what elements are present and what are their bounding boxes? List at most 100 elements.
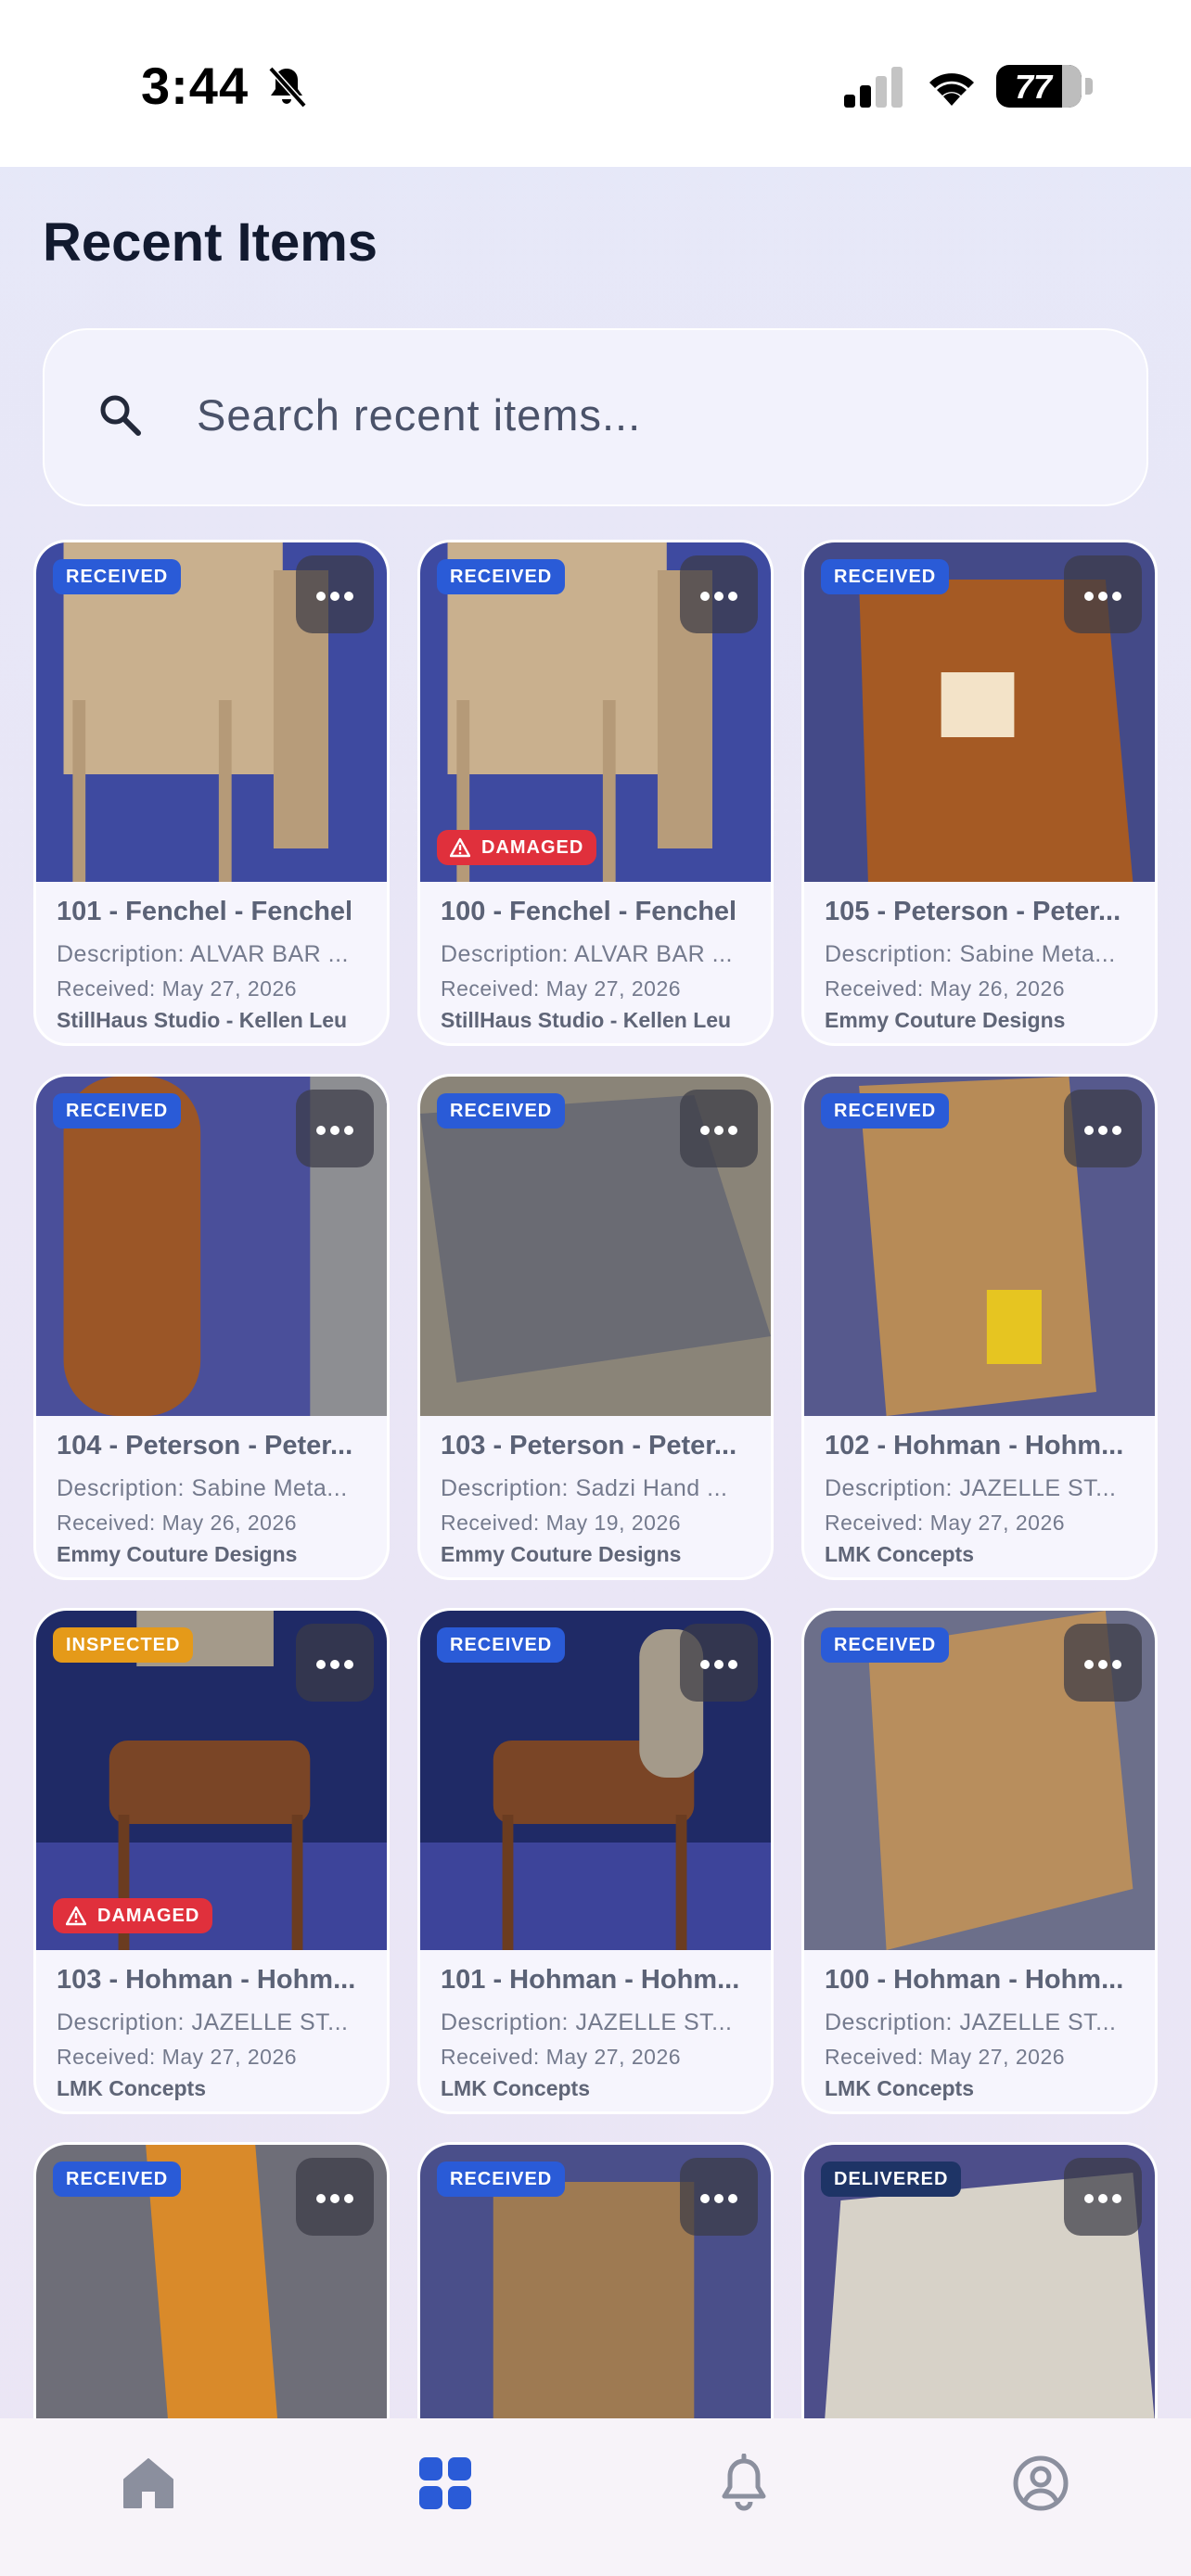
- bell-off-icon: [268, 66, 307, 108]
- ellipsis-dot-icon: [714, 1660, 724, 1669]
- ellipsis-dot-icon: [316, 1660, 326, 1669]
- item-card[interactable]: RECEIVED 101 - Fenchel - Fenchel Descripti…: [33, 540, 390, 1046]
- item-card[interactable]: RECEIVED 100 - Hohman - Hohm... Descriptio…: [801, 1608, 1158, 2114]
- item-received-date: Received: May 19, 2026: [441, 1511, 682, 1535]
- ellipsis-dot-icon: [728, 1660, 737, 1669]
- item-card[interactable]: RECEIVED 103 - Peterson - Peter... Descrip…: [417, 1074, 774, 1580]
- damaged-label: DAMAGED: [481, 837, 584, 858]
- item-vendor: StillHaus Studio - Kellen Leu: [441, 1008, 732, 1032]
- ellipsis-dot-icon: [316, 592, 326, 601]
- item-card[interactable]: RECEIVED 102 - Hohman - Hohm... Descriptio…: [801, 1074, 1158, 1580]
- ellipsis-dot-icon: [1112, 1126, 1121, 1135]
- item-card[interactable]: RECEIVED DAMAGED 100 - Fenchel - Fenchel De…: [417, 540, 774, 1046]
- item-description: Description: JAZELLE ST...: [825, 1475, 1117, 1501]
- ellipsis-dot-icon: [1112, 1660, 1121, 1669]
- item-title: 101 - Fenchel - Fenchel: [57, 897, 353, 926]
- grid-icon[interactable]: [416, 2454, 475, 2513]
- ellipsis-dot-icon: [316, 1126, 326, 1135]
- wifi-icon: [929, 73, 974, 106]
- item-received-date: Received: May 27, 2026: [441, 976, 682, 1001]
- status-badge: RECEIVED: [821, 1627, 950, 1663]
- profile-icon[interactable]: [1011, 2454, 1070, 2513]
- ellipsis-dot-icon: [714, 2194, 724, 2203]
- more-options-button[interactable]: [1064, 2158, 1142, 2236]
- item-title: 103 - Hohman - Hohm...: [57, 1965, 356, 1995]
- item-description: Description: Sabine Meta...: [825, 941, 1116, 967]
- item-description: Description: JAZELLE ST...: [57, 2009, 349, 2035]
- damaged-badge: DAMAGED: [437, 830, 597, 865]
- more-options-button[interactable]: [680, 1090, 758, 1167]
- ellipsis-dot-icon: [714, 1126, 724, 1135]
- item-card[interactable]: RECEIVED 104 - Peterson - Peter... Descrip…: [33, 1074, 390, 1580]
- item-title: 100 - Hohman - Hohm...: [825, 1965, 1124, 1995]
- item-received-date: Received: May 27, 2026: [441, 2045, 682, 2069]
- ellipsis-dot-icon: [728, 2194, 737, 2203]
- home-icon[interactable]: [119, 2454, 178, 2513]
- item-vendor: LMK Concepts: [825, 1542, 974, 1566]
- more-options-button[interactable]: [1064, 555, 1142, 633]
- status-badge: RECEIVED: [437, 2162, 566, 2197]
- item-card[interactable]: RECEIVED 101 - Hohman - Hohm... Descriptio…: [417, 1608, 774, 2114]
- more-options-button[interactable]: [296, 1624, 374, 1702]
- damaged-badge: DAMAGED: [53, 1898, 213, 1933]
- item-received-date: Received: May 27, 2026: [57, 2045, 298, 2069]
- search-input[interactable]: [197, 380, 1031, 449]
- status-badge: RECEIVED: [437, 1093, 566, 1129]
- more-options-button[interactable]: [680, 1624, 758, 1702]
- ellipsis-dot-icon: [1112, 2194, 1121, 2203]
- status-badge: RECEIVED: [53, 559, 182, 594]
- ellipsis-dot-icon: [700, 2194, 710, 2203]
- item-vendor: Emmy Couture Designs: [825, 1008, 1066, 1032]
- item-vendor: Emmy Couture Designs: [57, 1542, 298, 1566]
- more-options-button[interactable]: [296, 555, 374, 633]
- item-description: Description: JAZELLE ST...: [825, 2009, 1117, 2035]
- item-description: Description: ALVAR BAR ...: [57, 941, 349, 967]
- ellipsis-dot-icon: [700, 1126, 710, 1135]
- item-vendor: LMK Concepts: [441, 2076, 590, 2100]
- item-vendor: LMK Concepts: [57, 2076, 206, 2100]
- search-icon: [100, 395, 141, 436]
- item-title: 105 - Peterson - Peter...: [825, 897, 1121, 926]
- more-options-button[interactable]: [1064, 1624, 1142, 1702]
- battery-icon: 77: [996, 65, 1082, 108]
- ellipsis-dot-icon: [344, 1126, 353, 1135]
- item-description: Description: ALVAR BAR ...: [441, 941, 733, 967]
- ellipsis-dot-icon: [714, 592, 724, 601]
- item-vendor: LMK Concepts: [825, 2076, 974, 2100]
- ellipsis-dot-icon: [316, 2194, 326, 2203]
- item-received-date: Received: May 27, 2026: [825, 1511, 1066, 1535]
- item-title: 102 - Hohman - Hohm...: [825, 1431, 1124, 1460]
- ellipsis-dot-icon: [1098, 1660, 1108, 1669]
- ellipsis-dot-icon: [344, 1660, 353, 1669]
- item-title: 103 - Peterson - Peter...: [441, 1431, 737, 1460]
- status-badge: RECEIVED: [821, 1093, 950, 1129]
- status-badge: RECEIVED: [437, 1627, 566, 1663]
- more-options-button[interactable]: [296, 2158, 374, 2236]
- item-received-date: Received: May 27, 2026: [825, 2045, 1066, 2069]
- status-badge: RECEIVED: [821, 559, 950, 594]
- bell-icon[interactable]: [714, 2454, 774, 2513]
- warning-icon: [450, 837, 470, 858]
- ellipsis-dot-icon: [344, 592, 353, 601]
- more-options-button[interactable]: [680, 555, 758, 633]
- item-card[interactable]: INSPECTED DAMAGED 103 - Hohman - Hohm... De…: [33, 1608, 390, 2114]
- item-title: 104 - Peterson - Peter...: [57, 1431, 353, 1460]
- ellipsis-dot-icon: [728, 592, 737, 601]
- ellipsis-dot-icon: [330, 2194, 339, 2203]
- status-badge: DELIVERED: [821, 2162, 962, 2197]
- status-bar: 3:44 77: [0, 0, 1191, 167]
- more-options-button[interactable]: [680, 2158, 758, 2236]
- ellipsis-dot-icon: [1098, 592, 1108, 601]
- item-card[interactable]: RECEIVED 105 - Peterson - Peter... Descrip…: [801, 540, 1158, 1046]
- ellipsis-dot-icon: [700, 592, 710, 601]
- more-options-button[interactable]: [1064, 1090, 1142, 1167]
- more-options-button[interactable]: [296, 1090, 374, 1167]
- item-received-date: Received: May 26, 2026: [825, 976, 1066, 1001]
- ellipsis-dot-icon: [1098, 2194, 1108, 2203]
- item-description: Description: Sadzi Hand ...: [441, 1475, 728, 1501]
- status-badge: RECEIVED: [437, 559, 566, 594]
- damaged-label: DAMAGED: [97, 1906, 200, 1926]
- item-title: 101 - Hohman - Hohm...: [441, 1965, 740, 1995]
- item-vendor: StillHaus Studio - Kellen Leu: [57, 1008, 348, 1032]
- bottom-nav: [0, 2418, 1191, 2576]
